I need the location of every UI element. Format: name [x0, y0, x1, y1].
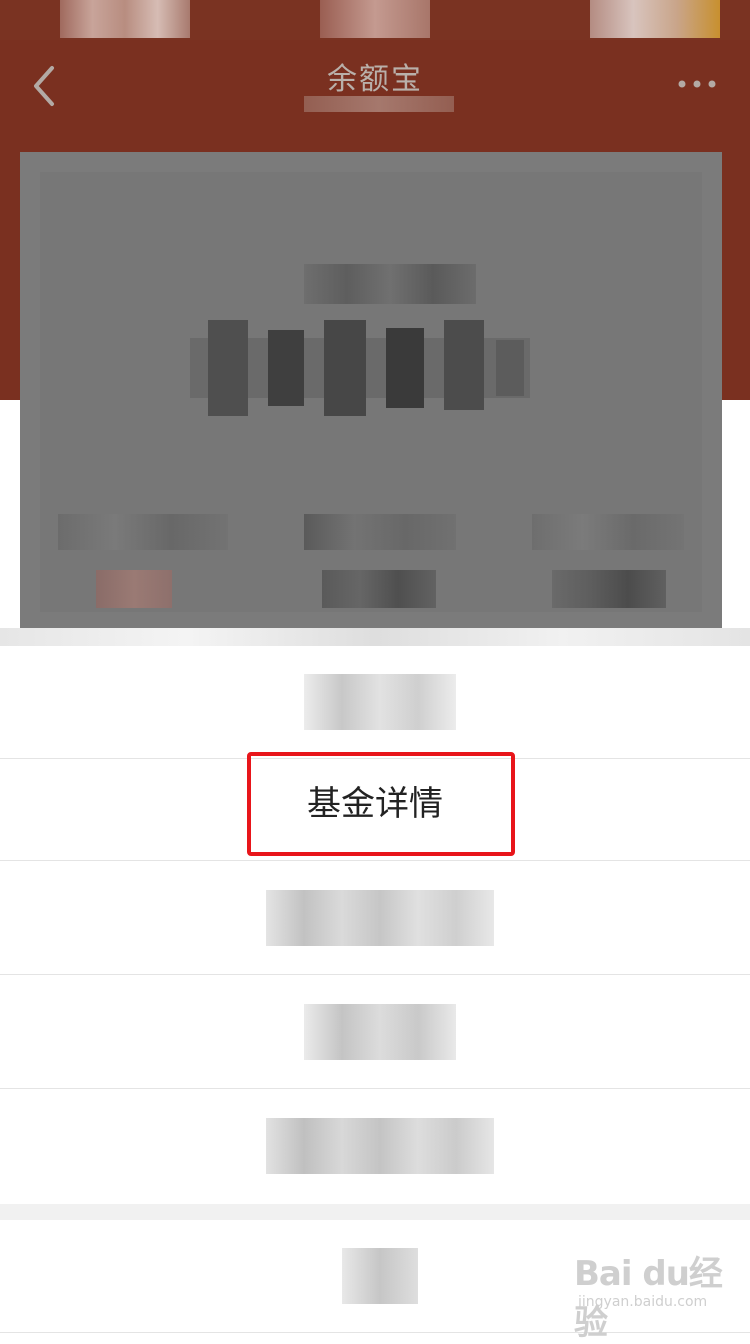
action-sheet-item[interactable] — [0, 1090, 750, 1202]
status-bar-pixelation — [320, 0, 430, 38]
stat-label-obscured — [532, 514, 684, 550]
action-sheet-item[interactable] — [0, 862, 750, 975]
status-bar — [0, 0, 750, 40]
navigation-bar: 余额宝 — [0, 40, 750, 150]
stat-value-obscured — [96, 570, 172, 608]
ellipsis-icon[interactable] — [676, 74, 720, 94]
sheet-top-edge — [0, 628, 750, 646]
action-sheet-item-fund-details[interactable]: 基金详情 — [0, 748, 750, 861]
action-sheet: 基金详情 — [0, 646, 750, 1334]
action-sheet-item-label-obscured — [304, 674, 456, 730]
status-bar-pixelation — [590, 0, 720, 38]
watermark-url: jingyan.baidu.com — [578, 1294, 708, 1310]
action-sheet-item-label-obscured — [266, 1118, 494, 1174]
stat-label-obscured — [304, 514, 456, 550]
cancel-separator — [0, 1204, 750, 1220]
watermark: Bai du经验 jingyan.baidu.com — [574, 1246, 740, 1343]
page-title: 余额宝 — [327, 62, 423, 97]
stat-value-obscured — [552, 570, 666, 608]
action-sheet-cancel-label-obscured — [342, 1248, 418, 1304]
status-bar-pixelation — [60, 0, 190, 38]
action-sheet-item[interactable] — [0, 646, 750, 759]
action-sheet-item-label: 基金详情 — [307, 784, 443, 824]
stat-value-obscured — [322, 570, 436, 608]
action-sheet-item[interactable] — [0, 976, 750, 1089]
action-sheet-item-label-obscured — [304, 1004, 456, 1060]
action-sheet-item-label-obscured — [266, 890, 494, 946]
balance-amount-obscured — [190, 320, 530, 416]
page-subtitle-obscured — [304, 96, 454, 112]
stat-label-obscured — [58, 514, 228, 550]
balance-label-obscured — [304, 264, 476, 304]
